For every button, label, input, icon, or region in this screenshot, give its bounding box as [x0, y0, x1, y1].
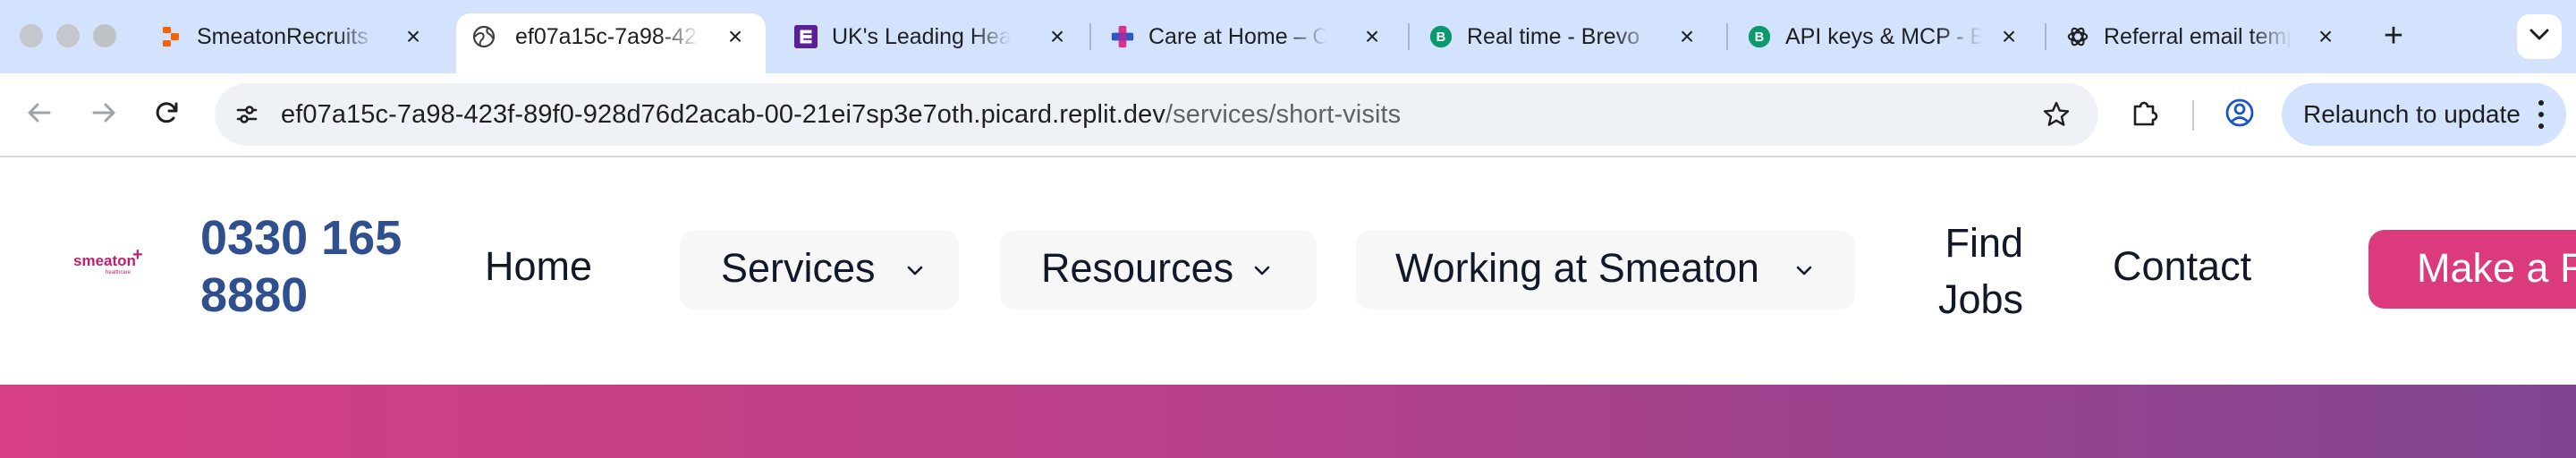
close-tab-icon[interactable]: ×	[1674, 24, 1699, 49]
nav-resources-label: Resources	[1041, 245, 1234, 291]
tab-title: Real time - Brevo	[1467, 24, 1640, 49]
url-text[interactable]: ef07a15c-7a98-423f-89f0-928d76d2acab-00-…	[281, 100, 1401, 130]
tab-title: SmeatonRecruits -	[197, 24, 376, 49]
close-tab-icon[interactable]: ×	[1045, 24, 1070, 49]
site-settings-icon[interactable]	[231, 98, 263, 131]
tab-smeaton-recruits[interactable]: SmeatonRecruits - ×	[141, 13, 440, 60]
tab-search-button[interactable]	[2517, 14, 2562, 59]
replit-icon	[159, 25, 182, 48]
tab-separator	[1726, 23, 1728, 50]
globe-icon	[472, 25, 496, 48]
purple-logo-icon	[794, 25, 818, 48]
relaunch-label: Relaunch to update	[2303, 100, 2521, 128]
forward-button[interactable]	[84, 95, 123, 134]
brevo-icon: B	[1748, 25, 1771, 48]
tab-title: ef07a15c-7a98-42	[515, 24, 697, 49]
account-circle-icon	[2224, 98, 2255, 132]
reload-icon	[154, 99, 181, 131]
make-a-referral-button[interactable]: Make a R	[2368, 230, 2576, 309]
close-tab-icon[interactable]: ×	[401, 24, 426, 49]
minimize-window-button[interactable]	[56, 24, 80, 47]
tab-active-replit-dev[interactable]: ef07a15c-7a98-42 ×	[456, 13, 766, 73]
arrow-right-icon	[90, 99, 117, 131]
tab-title: Care at Home – Ca	[1148, 24, 1327, 49]
nav-working-label: Working at Smeaton	[1395, 245, 1759, 291]
new-tab-button[interactable]: +	[2376, 18, 2411, 54]
cta-label: Make a R	[2417, 245, 2576, 291]
page-content: smeaton + healthcare 0330 165 8880 Home …	[0, 159, 2576, 458]
openai-icon	[2066, 25, 2089, 48]
toolbar-separator	[2192, 100, 2194, 131]
chevron-down-icon	[1254, 265, 1270, 276]
arrow-left-icon	[26, 99, 53, 131]
nav-contact[interactable]: Contact	[2113, 243, 2251, 290]
hero-banner	[0, 385, 2576, 458]
nav-working-at-smeaton[interactable]: Working at Smeaton	[1356, 231, 1855, 310]
relaunch-to-update-button[interactable]: Relaunch to update	[2282, 83, 2566, 146]
tab-api-keys-brevo[interactable]: B API keys & MCP - B ×	[1730, 13, 2034, 60]
url-path: /services/short-visits	[1165, 100, 1402, 129]
medical-cross-icon	[1111, 25, 1134, 48]
tab-separator	[1089, 23, 1091, 50]
tab-title: Referral email temp	[2104, 24, 2292, 49]
logo-subtitle: healthcare	[106, 270, 131, 276]
tab-strip: SmeatonRecruits - × ef07a15c-7a98-42 × U…	[0, 0, 2576, 73]
reload-button[interactable]	[148, 95, 187, 134]
close-tab-icon[interactable]: ×	[723, 24, 748, 49]
brevo-icon: B	[1429, 25, 1453, 48]
browser-toolbar: ef07a15c-7a98-423f-89f0-928d76d2acab-00-…	[0, 73, 2576, 157]
tab-title: UK's Leading Healt	[832, 24, 1011, 49]
logo-plus: +	[132, 245, 143, 265]
tab-title: API keys & MCP - B	[1785, 24, 1982, 49]
bookmark-star-icon[interactable]	[2039, 98, 2073, 131]
nav-services-label: Services	[721, 245, 876, 291]
close-window-button[interactable]	[20, 24, 43, 47]
close-tab-icon[interactable]: ×	[1996, 24, 2021, 49]
back-button[interactable]	[20, 95, 59, 134]
nav-resources[interactable]: Resources	[1000, 231, 1317, 310]
url-host: ef07a15c-7a98-423f-89f0-928d76d2acab-00-…	[281, 100, 1165, 129]
close-tab-icon[interactable]: ×	[1360, 24, 1385, 49]
nav-home[interactable]: Home	[485, 243, 592, 290]
more-vert-icon[interactable]	[2538, 100, 2545, 129]
logo-wordmark: smeaton	[73, 252, 136, 269]
tab-referral-email-template[interactable]: Referral email temp ×	[2048, 13, 2352, 60]
svg-text:B: B	[1755, 30, 1765, 45]
tab-separator	[1408, 23, 1410, 50]
puzzle-icon	[2130, 98, 2160, 132]
close-tab-icon[interactable]: ×	[2313, 24, 2338, 49]
tab-uk-leading-health[interactable]: UK's Leading Healt ×	[776, 13, 1072, 60]
svg-text:B: B	[1436, 30, 1446, 45]
chevron-down-icon	[907, 265, 923, 276]
tab-care-at-home[interactable]: Care at Home – Ca ×	[1093, 13, 1397, 60]
tab-real-time-brevo[interactable]: B Real time - Brevo ×	[1411, 13, 1716, 60]
tab-separator	[2045, 23, 2046, 50]
nav-services[interactable]: Services	[680, 231, 959, 310]
smeaton-logo[interactable]: smeaton + healthcare	[73, 245, 145, 283]
nav-find-jobs[interactable]: Find Jobs	[1898, 215, 2023, 327]
extensions-button[interactable]	[2125, 95, 2165, 134]
address-bar[interactable]: ef07a15c-7a98-423f-89f0-928d76d2acab-00-…	[215, 83, 2098, 146]
phone-number-link[interactable]: 0330 165 8880	[200, 209, 433, 324]
profile-button[interactable]	[2220, 95, 2259, 134]
maximize-window-button[interactable]	[93, 24, 116, 47]
chevron-down-icon	[2529, 29, 2549, 46]
chevron-down-icon	[1796, 265, 1812, 276]
